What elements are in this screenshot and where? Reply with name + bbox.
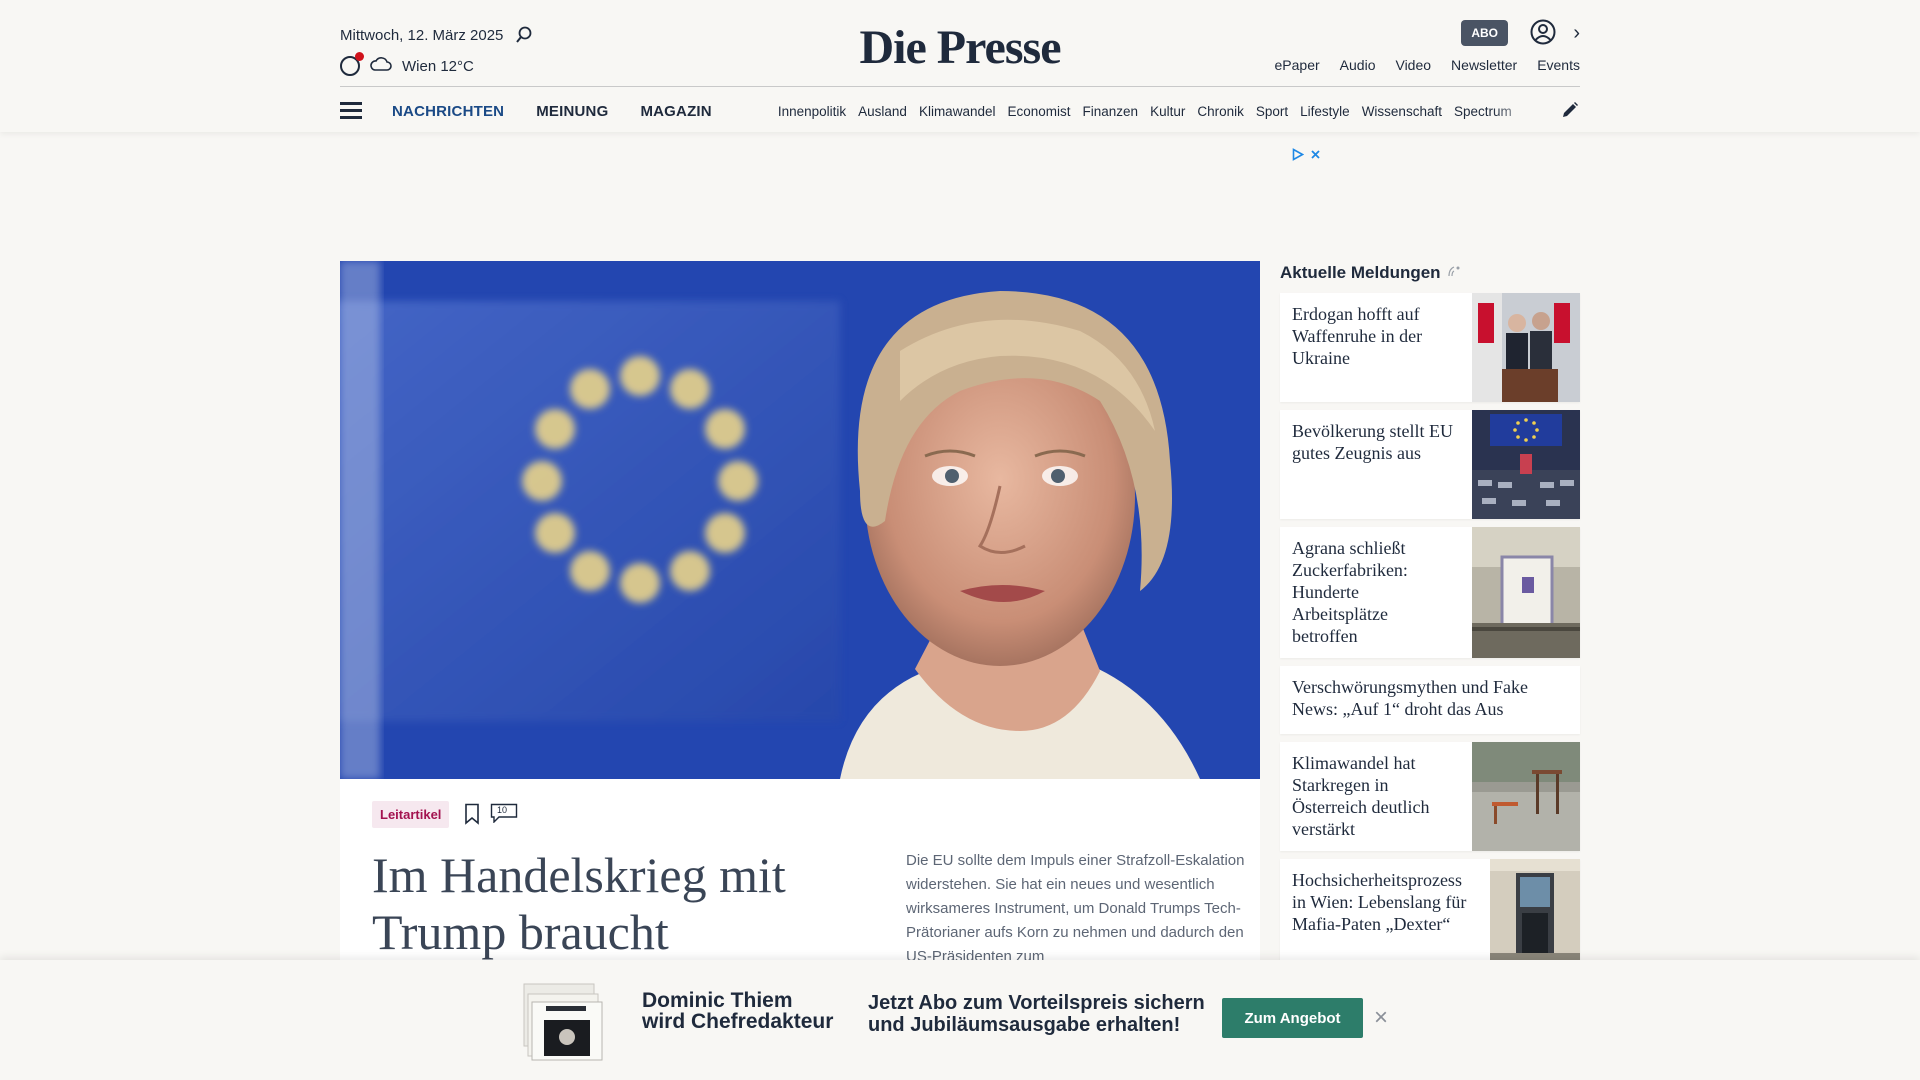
date-row: Mittwoch, 12. März 2025 — [340, 26, 533, 44]
clock-icon[interactable] — [340, 52, 364, 76]
news-title: Agrana schließt Zuckerfabriken: Hunderte… — [1292, 538, 1408, 646]
promo-headline[interactable]: Dominic Thiem wird Chefredakteur — [642, 990, 833, 1032]
ad-choices — [1292, 148, 1321, 164]
site-header: Mittwoch, 12. März 2025 Wien 12°C Die Pr… — [0, 0, 1920, 132]
search-icon[interactable] — [515, 26, 533, 44]
news-title: Bevölkerung stellt EU gutes Zeugnis aus — [1292, 421, 1453, 463]
nav-finanzen[interactable]: Finanzen — [1083, 104, 1139, 119]
live-pulse-icon — [1447, 263, 1461, 283]
nav-innenpolitik[interactable]: Innenpolitik — [778, 104, 846, 119]
nav-meinung[interactable]: MEINUNG — [536, 103, 608, 120]
nav-subsections: Innenpolitik Ausland Klimawandel Economi… — [778, 104, 1538, 119]
news-title: Hochsicherheitsprozess in Wien: Lebensla… — [1292, 870, 1467, 934]
ad-play-icon[interactable] — [1292, 148, 1305, 164]
nav-klimawandel[interactable]: Klimawandel — [919, 104, 996, 119]
abo-button[interactable]: ABO — [1461, 20, 1508, 46]
nav-sport[interactable]: Sport — [1256, 104, 1288, 119]
link-newsletter[interactable]: Newsletter — [1451, 57, 1517, 73]
link-epaper[interactable]: ePaper — [1275, 57, 1320, 73]
close-icon[interactable]: × — [1374, 1006, 1388, 1030]
newspaper-preview-image — [522, 982, 604, 1062]
promo-line-1: Dominic Thiem — [642, 989, 793, 1012]
header-inner: Mittwoch, 12. März 2025 Wien 12°C Die Pr… — [340, 0, 1580, 132]
article-teaser: Die EU sollte dem Impuls einer Strafzoll… — [906, 852, 1245, 965]
weather-row: Wien 12°C — [340, 52, 474, 76]
list-item[interactable]: Hochsicherheitsprozess in Wien: Lebensla… — [1280, 859, 1580, 964]
news-title: Erdogan hofft auf Waffenruhe in der Ukra… — [1292, 304, 1423, 368]
header-divider — [340, 86, 1580, 87]
news-thumbnail — [1472, 527, 1580, 658]
link-events[interactable]: Events — [1537, 57, 1580, 73]
list-item[interactable]: Klimawandel hat Starkregen in Österreich… — [1280, 742, 1580, 851]
promo-offer-line-2: und Jubiläumsausgabe erhalten! — [868, 1014, 1181, 1036]
site-logo[interactable]: Die Presse — [859, 21, 1061, 74]
bookmark-icon[interactable] — [464, 803, 480, 825]
sidebar-title: Aktuelle Meldungen — [1280, 263, 1441, 282]
ad-close-icon[interactable] — [1310, 148, 1321, 164]
news-thumbnail — [1490, 859, 1580, 964]
promo-line-2: wird Chefredakteur — [642, 1010, 834, 1033]
nav-magazin[interactable]: MAGAZIN — [640, 103, 711, 120]
nav-ausland[interactable]: Ausland — [858, 104, 907, 119]
article-headline[interactable]: Im Handelskrieg mit Trump braucht — [372, 847, 832, 961]
list-item[interactable]: Bevölkerung stellt EU gutes Zeugnis aus — [1280, 410, 1580, 519]
cloud-icon — [370, 57, 392, 75]
menu-icon[interactable] — [340, 102, 362, 120]
weather-text[interactable]: Wien 12°C — [402, 58, 474, 75]
news-title: Verschwörungsmythen und Fake News: „Auf … — [1292, 677, 1528, 719]
main-navigation: NACHRICHTEN MEINUNG MAGAZIN Innenpolitik… — [340, 96, 1580, 126]
user-account-icon[interactable] — [1530, 19, 1556, 45]
list-item[interactable]: Verschwörungsmythen und Fake News: „Auf … — [1280, 666, 1580, 734]
article-category-tag[interactable]: Leitartikel — [372, 801, 450, 828]
news-thumbnail — [1472, 293, 1580, 402]
promo-offer-text: Jetzt Abo zum Vorteilspreis sichern und … — [868, 992, 1205, 1036]
link-video[interactable]: Video — [1395, 57, 1431, 73]
news-title: Klimawandel hat Starkregen in Österreich… — [1292, 753, 1430, 839]
hero-illustration — [340, 261, 1260, 779]
nav-chronik[interactable]: Chronik — [1197, 104, 1244, 119]
nav-lifestyle[interactable]: Lifestyle — [1300, 104, 1350, 119]
zum-angebot-button[interactable]: Zum Angebot — [1222, 998, 1363, 1038]
comment-count: 10 — [497, 805, 508, 815]
news-thumbnail — [1472, 410, 1580, 519]
hero-image[interactable] — [340, 261, 1260, 779]
nav-nachrichten[interactable]: NACHRICHTEN — [392, 103, 504, 120]
list-item[interactable]: Erdogan hofft auf Waffenruhe in der Ukra… — [1280, 293, 1580, 402]
nav-spectrum[interactable]: Spectrum — [1454, 104, 1512, 119]
news-thumbnail — [1472, 742, 1580, 851]
nav-main-sections: NACHRICHTEN MEINUNG MAGAZIN — [392, 103, 712, 120]
nav-economist[interactable]: Economist — [1007, 104, 1070, 119]
current-date: Mittwoch, 12. März 2025 — [340, 26, 504, 44]
pencil-icon[interactable] — [1560, 100, 1580, 120]
nav-wissenschaft[interactable]: Wissenschaft — [1362, 104, 1442, 119]
link-audio[interactable]: Audio — [1340, 57, 1376, 73]
sidebar-header: Aktuelle Meldungen — [1280, 261, 1580, 285]
list-item[interactable]: Agrana schließt Zuckerfabriken: Hunderte… — [1280, 527, 1580, 658]
nav-kultur[interactable]: Kultur — [1150, 104, 1185, 119]
top-links: ePaper Audio Video Newsletter Events — [1275, 57, 1580, 73]
promo-offer-line-1: Jetzt Abo zum Vorteilspreis sichern — [868, 992, 1205, 1014]
news-sidebar: Aktuelle Meldungen Erdogan hofft auf Waf… — [1280, 261, 1580, 964]
chevron-right-icon[interactable]: › — [1573, 22, 1580, 45]
subscription-banner: Dominic Thiem wird Chefredakteur Jetzt A… — [0, 960, 1920, 1080]
